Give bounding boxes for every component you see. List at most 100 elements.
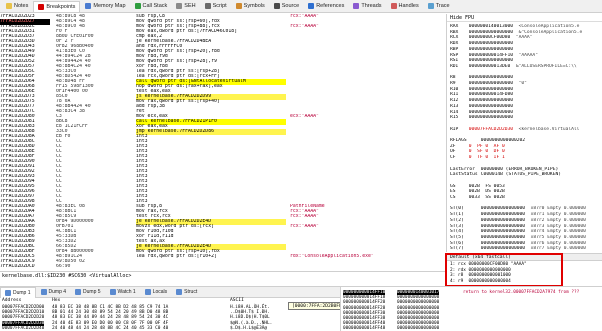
- stack-row[interactable]: 000000000014FF48 0000000000000000: [343, 326, 601, 331]
- register-comment: x87r0 Empty 0.000000: [530, 206, 586, 212]
- debugger-tab-bar: Notes Breakpoints Memory Map Call Stack SEH S…: [0, 0, 602, 13]
- register-value[interactable]: 0000000000000000: [481, 218, 525, 223]
- tab-label: Handles: [398, 3, 419, 9]
- dump-icon: [75, 289, 82, 295]
- tab-threads[interactable]: Threads: [349, 1, 385, 12]
- tab-struct[interactable]: Struct: [172, 287, 201, 298]
- locals-icon: [144, 289, 151, 295]
- register-value[interactable]: 0000000000000000: [481, 246, 525, 251]
- tab-label: Symbols: [243, 3, 265, 9]
- tab-references[interactable]: References: [304, 1, 348, 12]
- tab-handles[interactable]: Handles: [387, 1, 423, 12]
- disasm-address: 7FFACD2D2DCD: [0, 264, 35, 269]
- tab-memory-map[interactable]: Memory Map: [81, 1, 129, 12]
- seh-icon: [176, 3, 183, 9]
- dump-icon: [40, 289, 47, 295]
- disassembly-view[interactable]: 7FFACD2D2D23 48:89C8 48 sub rsp,C8 rcx:"AAA…: [0, 14, 445, 270]
- register-value[interactable]: 0000000000000000: [481, 206, 525, 211]
- tab-label: Watch 1: [117, 289, 136, 295]
- dump-row[interactable]: 00007FFACD2D2D40 24 40 48 44 24 28 48 8B …: [0, 326, 340, 331]
- disasm-bytes: 66:90: [56, 264, 71, 269]
- dump-ascii: $.D$.H.L$@E3À@: [230, 325, 268, 331]
- register-value[interactable]: 00007FFACD2D2D30: [469, 127, 513, 132]
- register-row[interactable]: ST(7) 0000000000000000 x87r7 Empty 0.000…: [450, 246, 602, 252]
- register-value[interactable]: 00000000 (ERROR_BROKEN_PIPE): [481, 167, 558, 172]
- register-value[interactable]: 0000000000000000: [469, 30, 513, 35]
- register-value[interactable]: 0000000000000000: [481, 212, 525, 217]
- register-value[interactable]: 0 TF 0 IF 1: [469, 155, 505, 160]
- register-value[interactable]: 002B DS 002B: [469, 189, 505, 194]
- register-value[interactable]: 0000000000000000: [469, 115, 513, 120]
- register-value[interactable]: 002B FS 0053: [469, 184, 505, 189]
- tab-label: Dump 5: [83, 289, 101, 295]
- tab-source[interactable]: Source: [270, 1, 303, 12]
- disasm-status-line: kernelbase.dll:$ID230 #SC630 <VirtualAll…: [0, 271, 445, 279]
- dump-hex-header: Hex: [52, 298, 61, 303]
- registers-panel[interactable]: Hide FPU RAX 0000000140013000 <ConsoleAp…: [446, 14, 602, 252]
- struct-icon: [176, 289, 183, 295]
- threads-icon: [353, 3, 360, 9]
- register-value[interactable]: 000000000014FF10: [469, 53, 513, 58]
- tab-label: Script: [212, 3, 227, 9]
- stack-view[interactable]: 000000000014FF10 0000000140001017 return t…: [340, 286, 602, 331]
- dump-ascii-header: ASCII: [230, 298, 244, 303]
- tab-dump-5[interactable]: Dump 5: [71, 287, 105, 298]
- register-comment: "0": [518, 81, 527, 86]
- register-value[interactable]: 00000000CF00D80: [469, 35, 511, 40]
- tab-call-stack[interactable]: Call Stack: [131, 1, 172, 12]
- tab-notes[interactable]: Notes: [2, 1, 32, 12]
- tab-watch-1[interactable]: Watch 1: [106, 287, 140, 298]
- memory-map-icon: [85, 3, 92, 9]
- register-value[interactable]: 0000000000000000: [481, 241, 525, 246]
- register-value[interactable]: 0 PF 0 AF 0: [469, 144, 505, 149]
- register-value[interactable]: 0000000000000000: [469, 98, 513, 103]
- register-comment: x87r2 Empty 0.000000: [530, 217, 586, 223]
- tab-script[interactable]: Script: [201, 1, 231, 12]
- disasm-row[interactable]: 7FFACD2D2DCD 66:90: [0, 264, 445, 270]
- register-value[interactable]: 0000000000000202: [481, 138, 525, 143]
- register-value[interactable]: 0000000000000000: [469, 87, 513, 92]
- register-value[interactable]: 0033 SS 002B: [469, 195, 505, 200]
- trace-icon: [427, 3, 434, 9]
- register-value[interactable]: 0 SF 0 DF 0: [469, 149, 505, 154]
- register-value[interactable]: 000000000014FD80: [469, 92, 513, 97]
- tab-breakpoints[interactable]: Breakpoints: [33, 0, 81, 12]
- tab-seh[interactable]: SEH: [172, 1, 199, 12]
- register-value[interactable]: 0000000000000000: [469, 104, 513, 109]
- stack-address: 000000000014FF48: [343, 326, 386, 331]
- source-icon: [273, 3, 280, 9]
- tab-label: Source: [281, 3, 300, 9]
- tab-label: Breakpoints: [46, 3, 76, 10]
- register-comment: x87r1 Empty 0.000000: [530, 212, 586, 218]
- register-value[interactable]: 000000000013DE0: [469, 64, 511, 69]
- dump-hex: 24 40 48 44 24 28 48 8B 4C 24 40 45 33 C…: [52, 325, 169, 331]
- tab-label: Call Stack: [142, 3, 168, 9]
- register-value[interactable]: 0000000000000000: [469, 41, 513, 46]
- tab-locals[interactable]: Locals: [141, 287, 171, 298]
- dump-address: 00007FFACD2D2D40: [2, 325, 45, 331]
- register-value[interactable]: 0000000140013000: [469, 24, 513, 29]
- symbols-icon: [235, 3, 242, 9]
- references-icon: [308, 3, 315, 9]
- tab-symbols[interactable]: Symbols: [232, 1, 269, 12]
- call-stack-icon: [134, 3, 141, 9]
- tab-label: Dump 1: [13, 289, 31, 296]
- register-value[interactable]: 0000000000000000: [469, 81, 513, 86]
- register-value[interactable]: 0000000000000000: [481, 224, 525, 229]
- tab-trace[interactable]: Trace: [424, 1, 454, 12]
- dump-tab-bar: Dump 1 Dump 4 Dump 5 Watch 1 Locals Struct: [0, 286, 340, 298]
- tab-label: Memory Map: [93, 3, 126, 9]
- dump-address-header: Address: [2, 298, 22, 303]
- tab-dump-4[interactable]: Dump 4: [37, 287, 71, 298]
- register-value[interactable]: 0000000000000000: [469, 47, 513, 52]
- register-value[interactable]: 0000000000000000: [481, 235, 525, 240]
- register-value[interactable]: 0000000000000000: [481, 229, 525, 234]
- register-value[interactable]: 0000000000000000: [469, 110, 513, 115]
- hide-fpu-toggle[interactable]: Hide FPU: [447, 14, 602, 22]
- register-value[interactable]: C000014B (STATUS_PIPE_BROKEN): [481, 172, 561, 177]
- tab-dump-1[interactable]: Dump 1: [0, 286, 36, 298]
- register-comment: <ConsoleApplication5.e: [518, 24, 580, 29]
- register-value[interactable]: 0000000000000000: [469, 75, 513, 80]
- tab-label: SEH: [184, 3, 196, 9]
- register-value[interactable]: 0000000000000000: [469, 58, 513, 63]
